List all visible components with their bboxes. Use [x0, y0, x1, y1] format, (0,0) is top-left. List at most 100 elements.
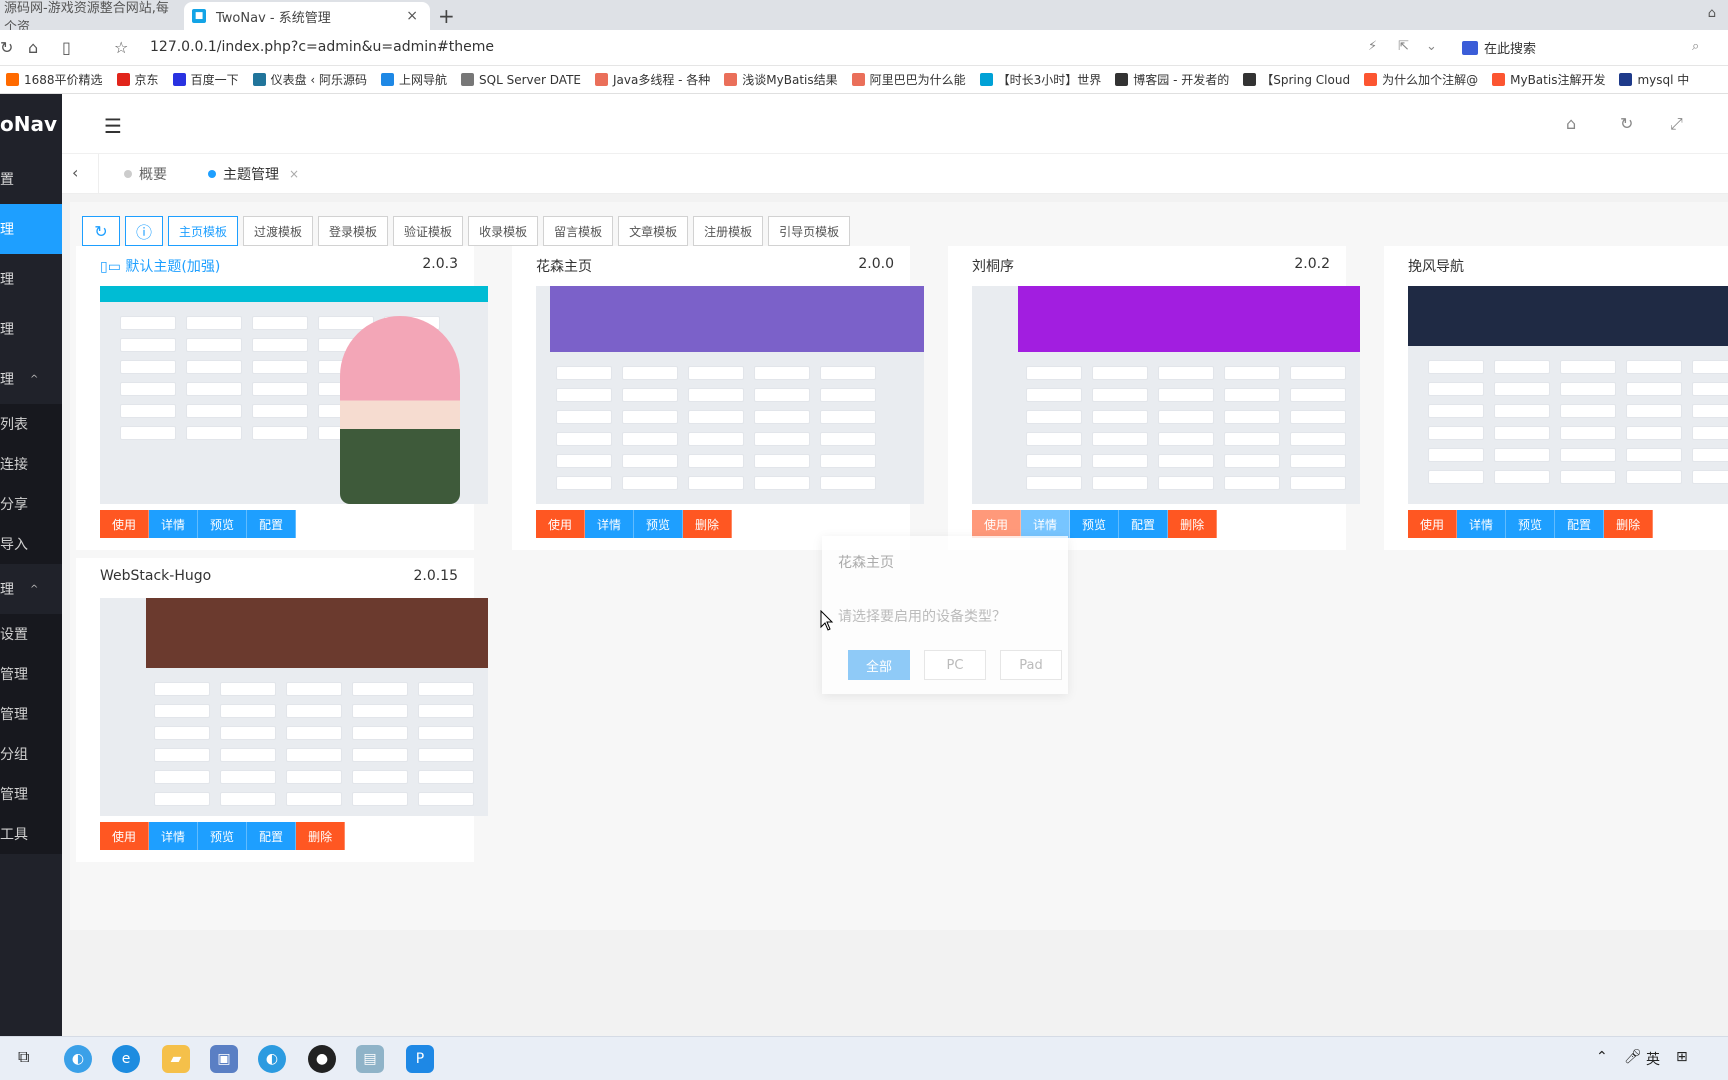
- reload-icon[interactable]: ↻: [0, 38, 13, 57]
- search-icon[interactable]: ⌕: [1692, 39, 1699, 54]
- bookmark-item[interactable]: 浅谈MyBatis结果: [718, 66, 845, 93]
- details-button[interactable]: 详情: [585, 510, 635, 538]
- url-field[interactable]: 127.0.0.1/index.php?c=admin&u=admin#them…: [150, 39, 494, 55]
- chevron-up-icon[interactable]: ⌃: [1596, 1049, 1608, 1065]
- delete-theme-button[interactable]: 删除: [1604, 510, 1654, 538]
- configure-button[interactable]: 配置: [1119, 510, 1169, 538]
- sidebar-item-4[interactable]: 理: [0, 304, 62, 354]
- bookmark-item[interactable]: mysql 中: [1613, 66, 1697, 93]
- delete-theme-button[interactable]: 删除: [296, 822, 346, 850]
- recorder-icon[interactable]: ●: [308, 1045, 336, 1073]
- sidebar-sub-list[interactable]: 列表: [0, 404, 62, 444]
- pc-button[interactable]: PC: [924, 650, 986, 680]
- lightning-icon[interactable]: ⚡: [1368, 39, 1377, 54]
- sidebar-sub-tools[interactable]: 工具: [0, 814, 62, 854]
- chevron-down-icon[interactable]: ⌄: [1426, 39, 1437, 54]
- tab-submit-template[interactable]: 收录模板: [468, 216, 539, 246]
- preview-button[interactable]: 预览: [634, 510, 684, 538]
- p-app-icon[interactable]: P: [406, 1045, 434, 1073]
- tab-verify-template[interactable]: 验证模板: [393, 216, 464, 246]
- preview-button[interactable]: 预览: [198, 510, 248, 538]
- sidebar-item-settings[interactable]: 置: [0, 154, 62, 204]
- sidebar-item-3[interactable]: 理: [0, 254, 62, 304]
- browser-active-icon[interactable]: ◐: [258, 1045, 286, 1073]
- browser-tab-inactive[interactable]: 源码网-游戏资源整合网站,每个资: [0, 1, 180, 35]
- folder-icon[interactable]: ▰: [162, 1045, 190, 1073]
- bookmark-item[interactable]: 京东: [111, 66, 167, 93]
- bookmark-item[interactable]: 为什么加个注解@: [1358, 66, 1486, 93]
- use-theme-button[interactable]: 使用: [972, 510, 1022, 538]
- edge-icon[interactable]: e: [112, 1045, 140, 1073]
- all-devices-button[interactable]: 全部: [848, 650, 910, 680]
- keyboard-icon[interactable]: ⊞: [1676, 1049, 1688, 1065]
- details-button[interactable]: 详情: [149, 510, 199, 538]
- bookmark-item[interactable]: 1688平价精选: [0, 66, 111, 93]
- browser-app-icon[interactable]: ◐: [64, 1045, 92, 1073]
- configure-button[interactable]: 配置: [1555, 510, 1605, 538]
- theme-preview-image[interactable]: [972, 286, 1360, 504]
- tab-article-template[interactable]: 文章模板: [618, 216, 689, 246]
- menu-toggle-icon[interactable]: ☰: [104, 114, 122, 138]
- bookmark-item[interactable]: 上网导航: [375, 66, 455, 93]
- tab-login-template[interactable]: 登录模板: [318, 216, 389, 246]
- refresh-icon[interactable]: ↻: [1620, 114, 1633, 133]
- tab-guide-template[interactable]: 引导页模板: [768, 216, 851, 246]
- theme-preview-image[interactable]: [100, 598, 488, 816]
- sidebar-sub-settings[interactable]: 设置: [0, 614, 62, 654]
- use-theme-button[interactable]: 使用: [100, 822, 150, 850]
- sidebar-sub-group[interactable]: 分组: [0, 734, 62, 774]
- tab-transition-template[interactable]: 过渡模板: [243, 216, 314, 246]
- use-theme-button[interactable]: 使用: [100, 510, 150, 538]
- delete-theme-button[interactable]: 删除: [1168, 510, 1218, 538]
- browser-tab-active[interactable]: ■ TwoNav - 系统管理 ×: [184, 2, 430, 30]
- use-theme-button[interactable]: 使用: [1408, 510, 1458, 538]
- notepad-icon[interactable]: ▤: [356, 1045, 384, 1073]
- search-box[interactable]: 在此搜索: [1462, 38, 1536, 57]
- tab-register-template[interactable]: 注册模板: [693, 216, 764, 246]
- theme-preview-image[interactable]: [100, 286, 488, 504]
- bookmark-item[interactable]: MyBatis注解开发: [1486, 66, 1613, 93]
- preview-button[interactable]: 预览: [1070, 510, 1120, 538]
- network-tool-icon[interactable]: ▣: [210, 1045, 238, 1073]
- chevron-left-icon[interactable]: ‹: [72, 163, 78, 182]
- sidebar-sub-share[interactable]: 分享: [0, 484, 62, 524]
- sidebar-sub-links[interactable]: 连接: [0, 444, 62, 484]
- details-button[interactable]: 详情: [149, 822, 199, 850]
- sidebar-sub-manage-3[interactable]: 管理: [0, 774, 62, 814]
- configure-button[interactable]: 配置: [247, 822, 297, 850]
- star-icon[interactable]: ☆: [114, 38, 128, 57]
- bookmark-item[interactable]: 阿里巴巴为什么能: [846, 66, 974, 93]
- bookmark-item[interactable]: 仪表盘 ‹ 阿乐源码: [247, 66, 375, 93]
- bookmark-item[interactable]: 【Spring Cloud: [1237, 66, 1358, 93]
- bookmark-item[interactable]: SQL Server DATE: [455, 66, 589, 93]
- bookmark-item[interactable]: 百度一下: [167, 66, 247, 93]
- use-theme-button[interactable]: 使用: [536, 510, 586, 538]
- tab-theme-manage[interactable]: 主题管理 ×: [208, 154, 299, 194]
- bookmark-item[interactable]: Java多线程 - 各种: [589, 66, 718, 93]
- close-icon[interactable]: ×: [289, 167, 299, 181]
- details-button[interactable]: 详情: [1021, 510, 1071, 538]
- task-view-icon[interactable]: ⧉: [18, 1047, 29, 1067]
- home-icon[interactable]: ⌂: [1566, 114, 1576, 133]
- shirt-icon[interactable]: ⌂: [1708, 6, 1716, 21]
- microphone-icon[interactable]: 🎤︎: [1624, 1049, 1642, 1065]
- sidebar-sub-import[interactable]: 导入: [0, 524, 62, 564]
- sidebar-sub-manage-1[interactable]: 管理: [0, 654, 62, 694]
- ime-indicator[interactable]: 英: [1646, 1049, 1660, 1069]
- preview-button[interactable]: 预览: [1506, 510, 1556, 538]
- tab-overview[interactable]: 概要: [124, 154, 167, 194]
- sidebar-item-theme[interactable]: 理: [0, 204, 62, 254]
- tab-message-template[interactable]: 留言模板: [543, 216, 614, 246]
- info-button[interactable]: ⓘ: [125, 216, 163, 246]
- sidebar-group-system[interactable]: 理 ^: [0, 564, 62, 614]
- sidebar-group-links[interactable]: 理 ^: [0, 354, 62, 404]
- home-icon[interactable]: ⌂: [28, 38, 38, 57]
- pad-button[interactable]: Pad: [1000, 650, 1062, 680]
- details-button[interactable]: 详情: [1457, 510, 1507, 538]
- close-tab-icon[interactable]: ×: [406, 8, 418, 24]
- delete-theme-button[interactable]: 删除: [683, 510, 733, 538]
- sidebar-sub-manage-2[interactable]: 管理: [0, 694, 62, 734]
- refresh-button[interactable]: ↻: [82, 216, 120, 246]
- fullscreen-icon[interactable]: ⤢: [1670, 114, 1683, 134]
- bookmark-item[interactable]: 博客园 - 开发者的: [1109, 66, 1237, 93]
